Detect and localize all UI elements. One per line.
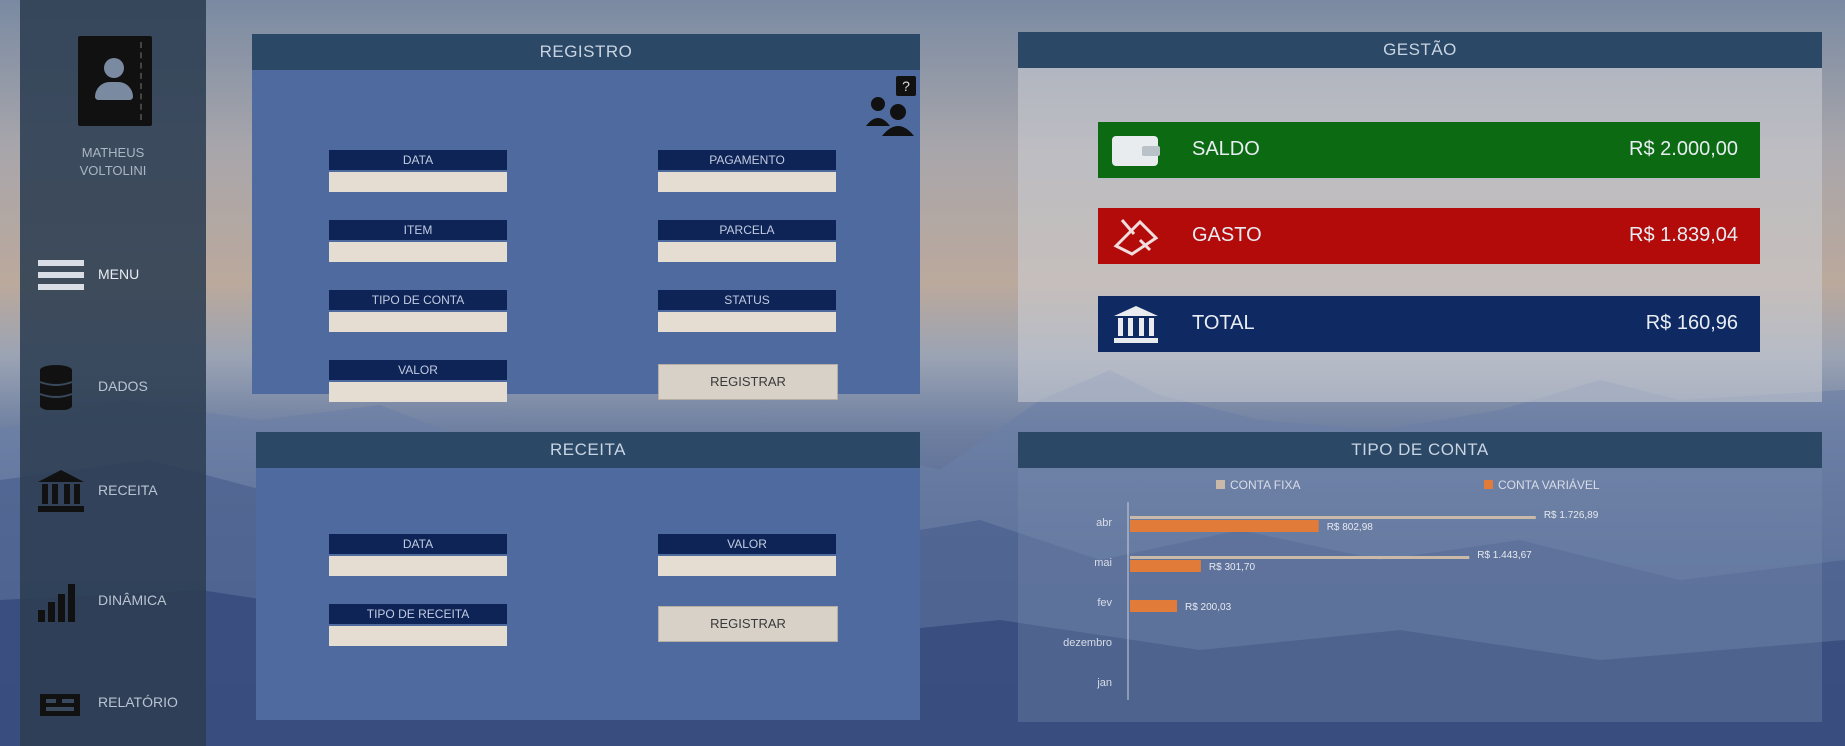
field-label: TIPO DE RECEITA [329, 604, 507, 624]
saldo-value: R$ 2.000,00 [1629, 138, 1738, 160]
field-label: PAGAMENTO [658, 150, 836, 170]
bar-conta-variavel [1130, 560, 1201, 572]
tipo-conta-chart: CONTA FIXA CONTA VARIÁVEL abr R$ 1.726,89 R$… [1063, 477, 1600, 700]
bar-chart-icon [38, 584, 75, 622]
category-label: mai [1094, 557, 1112, 569]
sidebar-item-label: MENU [98, 266, 140, 282]
registro-body: ? DATA ITEM TIPO DE CONTA VALOR PAGAMENT… [252, 70, 920, 402]
category-label: abr [1096, 517, 1112, 529]
hamburger-icon [38, 260, 84, 290]
receita-tipo-receita-input[interactable] [329, 626, 507, 646]
data-label: R$ 301,70 [1209, 562, 1256, 573]
bar-conta-variavel [1130, 520, 1319, 532]
bar-conta-fixa [1130, 516, 1536, 519]
gestao-panel: GESTÃO SALDO R$ 2.000,00 GASTO R$ 1.839,… [1018, 32, 1822, 402]
tipo-conta-title: TIPO DE CONTA [1018, 432, 1822, 468]
data-label: R$ 200,03 [1185, 602, 1232, 613]
registro-title: REGISTRO [252, 34, 920, 70]
receita-valor-input[interactable] [658, 556, 836, 576]
wallet-icon [1112, 136, 1160, 166]
receita-body: DATA TIPO DE RECEITA VALOR REGISTRAR [256, 468, 920, 720]
tipo-conta-body: CONTA FIXA CONTA VARIÁVEL abr R$ 1.726,89 R$… [1018, 468, 1822, 722]
registro-parcela-input[interactable] [658, 242, 836, 262]
user-avatar-icon [78, 36, 152, 126]
money-wings-icon [1113, 219, 1159, 256]
field-label: VALOR [329, 360, 507, 380]
bank-icon [38, 470, 84, 512]
sidebar-item-dinamica[interactable]: DINÂMICA [20, 570, 206, 630]
field-label: VALOR [658, 534, 836, 554]
registro-tipo-conta-field: TIPO DE CONTA [329, 290, 507, 332]
tipo-conta-panel: TIPO DE CONTA CONTA FIXA CONTA VARIÁVEL ab… [1018, 432, 1822, 722]
receita-data-field: DATA [329, 534, 507, 576]
saldo-label: SALDO [1192, 138, 1260, 160]
gestao-body: SALDO R$ 2.000,00 GASTO R$ 1.839,04 TOTA… [1018, 68, 1822, 402]
registro-panel: REGISTRO ? DATA ITEM TIPO DE CONTA VALOR [252, 34, 920, 402]
legend-label: CONTA FIXA [1230, 478, 1300, 492]
field-label: TIPO DE CONTA [329, 290, 507, 310]
bank-icon [1114, 306, 1158, 343]
receita-tipo-receita-field: TIPO DE RECEITA [329, 604, 507, 646]
data-label: R$ 1.443,67 [1477, 550, 1532, 561]
users-question-icon: ? [866, 76, 916, 136]
sidebar-item-relatorio[interactable]: RELATÓRIO [20, 672, 206, 732]
svg-text:?: ? [902, 78, 910, 94]
registro-pagamento-input[interactable] [658, 172, 836, 192]
data-label: R$ 802,98 [1327, 522, 1374, 533]
data-label: R$ 1.726,89 [1544, 510, 1599, 521]
sidebar: MATHEUS VOLTOLINI MENU DADOS RECEITA DIN… [20, 0, 206, 746]
saldo-card: SALDO R$ 2.000,00 [1098, 122, 1760, 178]
bar-conta-fixa [1130, 556, 1470, 559]
sidebar-item-dados[interactable]: DADOS [20, 356, 206, 416]
registro-valor-input[interactable] [329, 382, 507, 402]
database-icon [39, 365, 73, 410]
bar-conta-variavel [1130, 600, 1178, 612]
field-label: DATA [329, 150, 507, 170]
field-label: DATA [329, 534, 507, 554]
registro-item-field: ITEM [329, 220, 507, 262]
legend-swatch [1484, 480, 1493, 489]
registro-data-input[interactable] [329, 172, 507, 192]
gestao-title: GESTÃO [1018, 32, 1822, 68]
gasto-value: R$ 1.839,04 [1629, 224, 1738, 246]
legend-swatch [1216, 480, 1225, 489]
sidebar-item-label: RECEITA [98, 482, 158, 498]
field-label: STATUS [658, 290, 836, 310]
field-label: ITEM [329, 220, 507, 240]
category-label: fev [1097, 597, 1112, 609]
registro-parcela-field: PARCELA [658, 220, 836, 262]
receita-registrar-button[interactable]: REGISTRAR [658, 606, 838, 642]
gasto-label: GASTO [1192, 224, 1262, 246]
receita-panel: RECEITA DATA TIPO DE RECEITA VALOR REGIS… [256, 432, 920, 720]
sidebar-item-label: RELATÓRIO [98, 694, 178, 710]
receita-title: RECEITA [256, 432, 920, 468]
sidebar-item-menu[interactable]: MENU [20, 244, 206, 304]
receita-valor-field: VALOR [658, 534, 836, 576]
gasto-card: GASTO R$ 1.839,04 [1098, 208, 1760, 264]
category-label: jan [1096, 677, 1112, 689]
user-name: MATHEUS VOLTOLINI [79, 145, 147, 178]
registro-item-input[interactable] [329, 242, 507, 262]
total-label: TOTAL [1192, 312, 1255, 334]
registro-valor-field: VALOR [329, 360, 507, 402]
total-card: TOTAL R$ 160,96 [1098, 296, 1760, 352]
registro-registrar-button[interactable]: REGISTRAR [658, 364, 838, 400]
registro-pagamento-field: PAGAMENTO [658, 150, 836, 192]
sidebar-item-label: DADOS [98, 378, 148, 394]
registro-data-field: DATA [329, 150, 507, 192]
registro-tipo-conta-input[interactable] [329, 312, 507, 332]
receita-data-input[interactable] [329, 556, 507, 576]
total-value: R$ 160,96 [1645, 312, 1738, 334]
registro-status-field: STATUS [658, 290, 836, 332]
legend-label: CONTA VARIÁVEL [1498, 477, 1600, 492]
field-label: PARCELA [658, 220, 836, 240]
sidebar-item-label: DINÂMICA [98, 592, 167, 608]
report-icon [40, 694, 80, 716]
sidebar-item-receita[interactable]: RECEITA [20, 460, 206, 520]
category-label: dezembro [1063, 637, 1112, 649]
registro-status-input[interactable] [658, 312, 836, 332]
